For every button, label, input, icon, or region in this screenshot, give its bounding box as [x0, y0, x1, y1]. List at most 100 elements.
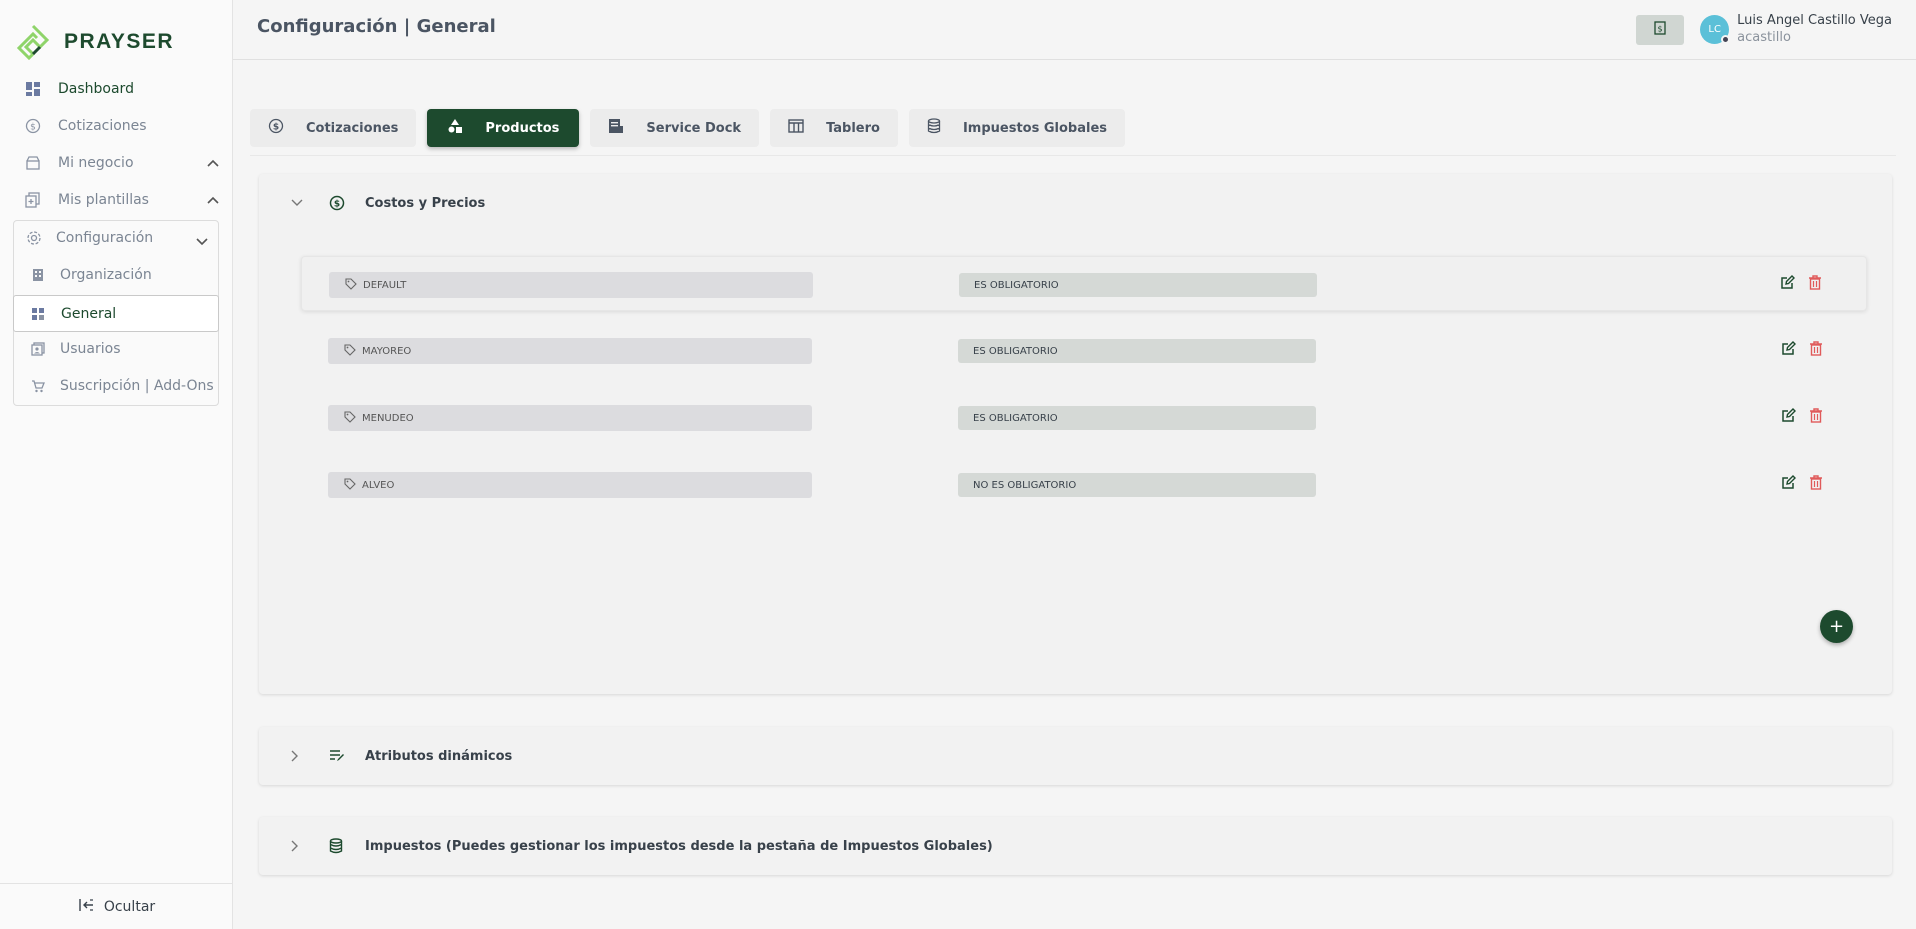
chevron-up-icon — [207, 193, 219, 207]
price-list-row: MENUDEO ES OBLIGATORIO — [301, 390, 1867, 445]
tab-label: Impuestos Globales — [962, 120, 1108, 136]
delete-icon[interactable] — [1808, 275, 1822, 294]
currency-button[interactable]: $ — [1636, 15, 1684, 45]
list-edit-icon — [329, 749, 347, 763]
prayser-logo-icon — [16, 24, 50, 60]
price-list-row: MAYOREO ES OBLIGATORIO — [301, 323, 1867, 378]
shapes-icon — [447, 118, 463, 138]
sidebar-item-mis-plantillas[interactable]: Mis plantillas — [24, 191, 219, 209]
chevron-right-icon — [291, 750, 303, 762]
sidebar-item-cotizaciones[interactable]: $ Cotizaciones — [24, 117, 147, 135]
avatar: LC — [1700, 14, 1731, 44]
requirement-badge: ES OBLIGATORIO — [958, 339, 1316, 363]
users-icon — [30, 341, 46, 357]
edit-icon[interactable] — [1781, 341, 1796, 360]
tab-label: Tablero — [826, 120, 880, 136]
sidebar-subitem-suscripcion[interactable]: Suscripción | Add-Ons — [30, 378, 214, 394]
edit-icon[interactable] — [1781, 408, 1796, 427]
row-actions — [1781, 408, 1823, 427]
chevron-down-icon — [291, 199, 303, 207]
price-list-name: DEFAULT — [329, 272, 813, 298]
dollar-circle-icon: $ — [268, 118, 284, 138]
collapse-sidebar-icon — [78, 898, 94, 916]
user-name: Luis Angel Castillo Vega — [1737, 13, 1892, 28]
tab-productos[interactable]: Productos — [427, 109, 580, 147]
delete-icon[interactable] — [1809, 475, 1823, 494]
hide-sidebar-button[interactable]: Ocultar — [0, 883, 233, 929]
sidebar-item-label: Configuración — [56, 230, 154, 246]
avatar-initials: LC — [1708, 23, 1721, 35]
tag-icon — [344, 410, 356, 426]
logo[interactable]: PRAYSER — [16, 24, 174, 60]
dashboard-icon — [24, 80, 42, 98]
edit-icon[interactable] — [1781, 475, 1796, 494]
tabs-divider — [250, 155, 1896, 156]
tab-tablero[interactable]: Tablero — [770, 109, 898, 147]
sidebar-subitem-label: Suscripción | Add-Ons — [60, 378, 214, 394]
sidebar-item-label: Mi negocio — [58, 155, 134, 171]
requirement-badge: ES OBLIGATORIO — [958, 406, 1316, 430]
store-icon — [24, 154, 42, 172]
panel-impuestos: Impuestos (Puedes gestionar los impuesto… — [259, 817, 1892, 875]
requirement-badge: NO ES OBLIGATORIO — [958, 473, 1316, 497]
sidebar-item-mi-negocio[interactable]: Mi negocio — [24, 154, 219, 172]
edit-icon[interactable] — [1780, 275, 1795, 294]
chevron-up-icon — [207, 156, 219, 170]
cart-icon — [30, 378, 46, 394]
sidebar-item-dashboard[interactable]: Dashboard — [24, 80, 134, 98]
tab-service-dock[interactable]: Service Dock — [590, 109, 760, 147]
panel-header-impuestos[interactable]: Impuestos (Puedes gestionar los impuesto… — [259, 817, 1892, 875]
tab-cotizaciones[interactable]: $ Cotizaciones — [250, 109, 417, 147]
panel-header-atributos[interactable]: Atributos dinámicos — [259, 727, 1892, 785]
price-list-name-text: MAYOREO — [362, 345, 412, 357]
price-list-row: ALVEO NO ES OBLIGATORIO — [301, 457, 1867, 512]
receipt-icon — [608, 118, 624, 138]
panel-title: Atributos dinámicos — [365, 748, 513, 764]
tag-icon — [344, 343, 356, 359]
svg-text:$: $ — [1657, 25, 1662, 34]
price-list-name-text: ALVEO — [362, 479, 395, 491]
database-icon — [927, 118, 941, 138]
dollar-circle-icon: $ — [24, 117, 42, 135]
tab-impuestos-globales[interactable]: Impuestos Globales — [908, 109, 1126, 147]
delete-icon[interactable] — [1809, 341, 1823, 360]
table-columns-icon — [788, 119, 804, 137]
svg-text:$: $ — [334, 200, 340, 210]
panel-atributos-dinamicos: Atributos dinámicos — [259, 727, 1892, 785]
row-actions — [1780, 275, 1822, 294]
database-icon — [329, 838, 347, 854]
price-list-name-text: MENUDEO — [362, 412, 414, 424]
price-list-name: MENUDEO — [328, 405, 812, 431]
sidebar-subitem-general[interactable]: General — [13, 295, 219, 332]
tab-label: Cotizaciones — [306, 120, 399, 136]
top-header: Configuración | General $ LC Luis Angel … — [233, 0, 1916, 60]
status-dot — [1721, 34, 1731, 44]
logo-text: PRAYSER — [64, 30, 175, 53]
sidebar-subitem-label: Usuarios — [60, 341, 121, 357]
price-list-name: MAYOREO — [328, 338, 812, 364]
template-icon — [24, 191, 42, 209]
tag-icon — [344, 477, 356, 493]
user-handle: acastillo — [1737, 30, 1791, 45]
sidebar-subitem-usuarios[interactable]: Usuarios — [30, 341, 121, 357]
sidebar-item-configuracion[interactable]: Configuración — [26, 230, 208, 246]
sidebar-item-label: Dashboard — [58, 81, 134, 97]
svg-text:$: $ — [30, 123, 36, 133]
tag-icon — [345, 277, 357, 293]
sidebar-subitem-organizacion[interactable]: Organización — [30, 267, 152, 283]
page-title: Configuración | General — [257, 16, 496, 37]
sidebar-subitem-label: Organización — [60, 267, 152, 283]
add-price-list-button[interactable]: + — [1820, 610, 1853, 643]
tab-label: Productos — [485, 120, 560, 136]
panel-costos-precios: $ Costos y Precios DEFAULT ES OBLIGATORI… — [259, 174, 1892, 694]
widgets-icon — [31, 306, 47, 322]
chevron-down-icon — [196, 234, 208, 250]
delete-icon[interactable] — [1809, 408, 1823, 427]
price-list-row: DEFAULT ES OBLIGATORIO — [301, 256, 1867, 311]
panel-header-costos[interactable]: $ Costos y Precios — [259, 174, 1892, 232]
user-menu[interactable]: LC Luis Angel Castillo Vega acastillo — [1700, 12, 1892, 46]
sidebar-item-label: Cotizaciones — [58, 118, 147, 134]
requirement-badge: ES OBLIGATORIO — [959, 273, 1317, 297]
sidebar-subitem-label: General — [61, 305, 117, 322]
panel-title: Impuestos (Puedes gestionar los impuesto… — [365, 838, 993, 854]
